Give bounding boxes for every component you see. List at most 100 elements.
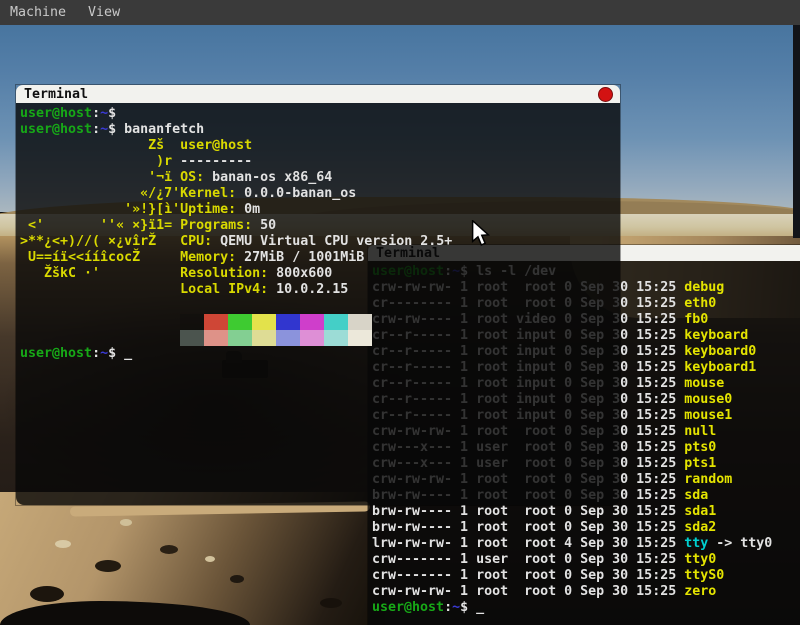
- prompt-path: ~: [100, 122, 108, 137]
- file-name: mouse: [684, 376, 724, 391]
- fetch-label: Local IPv4:: [180, 282, 268, 297]
- file-meta: brw-rw---- 1 root root 0 Sep 30 15:25: [372, 504, 684, 519]
- fetch-art: )r: [20, 154, 180, 169]
- fetch-value: QEMU Virtual CPU version 2.5+: [212, 234, 452, 249]
- fetch-value: 0m: [236, 202, 260, 217]
- prompt-dollar: $: [108, 346, 124, 361]
- prompt-dollar: $: [460, 600, 476, 615]
- fetch-art: [20, 282, 180, 297]
- terminal-window-focused: Terminal user@host:~$ user@host:~$ banan…: [16, 85, 620, 505]
- palette-swatch: [228, 330, 252, 346]
- fetch-art: <' ''« ×}ï1=: [20, 218, 180, 233]
- window-title: Terminal: [24, 87, 599, 102]
- file-name: ttyS0: [684, 568, 724, 583]
- fetch-art: ŽškC ·': [20, 266, 180, 281]
- prompt-user: user@host: [372, 600, 444, 615]
- fetch-label: CPU:: [180, 234, 212, 249]
- fetch-art: Zš: [20, 138, 180, 153]
- file-meta: lrw-rw-rw- 1 root root 4 Sep 30 15:25: [372, 536, 684, 551]
- palette-swatch: [252, 314, 276, 330]
- file-name: pts0: [684, 440, 716, 455]
- fetch-art: >**¿<+)//( ×¿vîrŽ: [20, 234, 180, 249]
- fetch-value: ---------: [180, 154, 252, 169]
- wallpaper-rock: [160, 545, 178, 554]
- file-name: sda2: [684, 520, 716, 535]
- fetch-art: U==íï<<ííîcocŽ: [20, 250, 180, 265]
- fetch-art: '¬ï: [20, 170, 180, 185]
- fetch-value: 10.0.2.15: [268, 282, 348, 297]
- prompt-colon: :: [444, 600, 452, 615]
- file-name: keyboard0: [684, 344, 756, 359]
- file-name: keyboard: [684, 328, 748, 343]
- prompt-colon: :: [92, 106, 100, 121]
- prompt-path: ~: [100, 346, 108, 361]
- prompt-user: user@host: [20, 106, 92, 121]
- menu-machine[interactable]: Machine: [10, 5, 66, 20]
- terminal-screen[interactable]: user@host:~$ user@host:~$ bananfetch Zš …: [16, 103, 620, 505]
- wallpaper-rock: [95, 560, 121, 572]
- menu-bar: Machine View: [0, 0, 800, 25]
- fetch-line: U==íï<<ííîcocŽ Memory: 27MiB / 1001MiB: [20, 250, 620, 266]
- fetch-label: Memory:: [180, 250, 236, 265]
- fetch-line: '¬ï OS: banan-os x86_64: [20, 170, 620, 186]
- wallpaper-rock: [320, 598, 342, 608]
- wallpaper-rock: [30, 586, 64, 602]
- fetch-label: OS:: [180, 170, 204, 185]
- file-row: crw------- 1 root root 0 Sep 30 15:25 tt…: [372, 568, 800, 584]
- fetch-line: '»!}[ì'Uptime: 0m: [20, 202, 620, 218]
- file-row: brw-rw---- 1 root root 0 Sep 30 15:25 sd…: [372, 504, 800, 520]
- palette-swatch: [348, 330, 372, 346]
- wallpaper-rock: [120, 519, 132, 526]
- file-link-target: -> tty0: [708, 536, 772, 551]
- fetch-label: Resolution:: [180, 266, 268, 281]
- file-name: mouse0: [684, 392, 732, 407]
- fetch-value: 800x600: [268, 266, 332, 281]
- wallpaper-rock: [55, 540, 71, 548]
- fetch-label: Uptime:: [180, 202, 236, 217]
- file-meta: crw------- 1 root root 0 Sep 30 15:25: [372, 568, 684, 583]
- fetch-line: «/¿7'Kernel: 0.0.0-banan_os: [20, 186, 620, 202]
- fetch-art: '»!}[ì': [20, 202, 180, 217]
- palette-swatch: [276, 330, 300, 346]
- file-name: random: [684, 472, 732, 487]
- palette-swatch: [204, 330, 228, 346]
- palette-swatch: [228, 314, 252, 330]
- file-name: tty0: [684, 552, 716, 567]
- prompt-dollar: $: [108, 122, 124, 137]
- fetch-line: ŽškC ·' Resolution: 800x600: [20, 266, 620, 282]
- close-button[interactable]: [599, 88, 612, 101]
- text-cursor: _: [476, 600, 484, 615]
- file-name: eth0: [684, 296, 716, 311]
- shell-prompt-line: user@host:~$ _: [20, 346, 620, 362]
- fetch-value: 0.0.0-banan_os: [236, 186, 356, 201]
- palette-swatch: [180, 314, 204, 330]
- menu-view[interactable]: View: [88, 5, 120, 20]
- fetch-line: Local IPv4: 10.0.2.15: [20, 282, 620, 298]
- file-name: fb0: [684, 312, 708, 327]
- wallpaper-rock: [205, 556, 215, 562]
- prompt-colon: :: [92, 122, 100, 137]
- file-name: sda1: [684, 504, 716, 519]
- fetch-line: )r ---------: [20, 154, 620, 170]
- window-titlebar[interactable]: Terminal: [16, 85, 620, 103]
- file-name: mouse1: [684, 408, 732, 423]
- wallpaper-rock: [230, 575, 244, 583]
- file-row: crw------- 1 user root 0 Sep 30 15:25 tt…: [372, 552, 800, 568]
- prompt-user: user@host: [20, 122, 92, 137]
- file-meta: crw------- 1 user root 0 Sep 30 15:25: [372, 552, 684, 567]
- blank-line: [20, 298, 620, 314]
- palette-swatch: [180, 330, 204, 346]
- palette-swatch: [324, 314, 348, 330]
- fetch-value: 27MiB / 1001MiB: [236, 250, 364, 265]
- palette-swatch: [324, 330, 348, 346]
- shell-prompt-line: user@host:~$: [20, 106, 620, 122]
- command-text: bananfetch: [124, 122, 204, 137]
- file-name: tty: [684, 536, 708, 551]
- shell-prompt-line: user@host:~$ _: [372, 600, 800, 616]
- file-name: sda: [684, 488, 708, 503]
- fetch-line: Zš user@host: [20, 138, 620, 154]
- prompt-path: ~: [452, 600, 460, 615]
- fetch-label: Kernel:: [180, 186, 236, 201]
- file-name: keyboard1: [684, 360, 756, 375]
- wallpaper-edge-strip: [793, 25, 800, 238]
